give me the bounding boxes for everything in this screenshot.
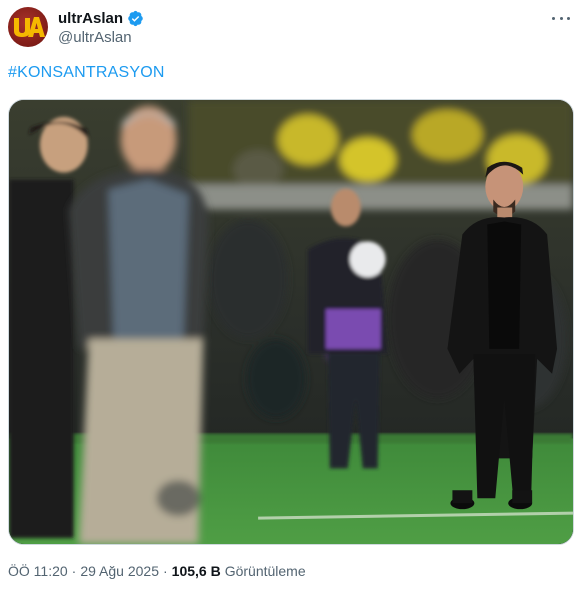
more-options-icon[interactable]: [552, 10, 570, 26]
separator: ·: [71, 563, 77, 579]
tweet-meta: ÖÖ 11:20 · 29 Ağu 2025 · 105,6 B Görüntü…: [8, 563, 306, 579]
hashtag-link[interactable]: #KONSANTRASYON: [8, 64, 165, 82]
handle[interactable]: @ultrAslan: [58, 29, 132, 46]
author-name-row[interactable]: ultrAslan: [58, 8, 144, 28]
stadium-photo: [9, 100, 573, 544]
verified-badge-icon: [128, 10, 143, 26]
tweet-date[interactable]: 29 Ağu 2025: [80, 563, 159, 579]
dot: [559, 16, 563, 20]
separator: ·: [162, 563, 168, 579]
tweet-photo[interactable]: [8, 99, 574, 545]
tweet-time[interactable]: ÖÖ 11:20: [8, 563, 68, 579]
ua-logo-icon: [14, 17, 45, 37]
avatar[interactable]: [8, 7, 48, 47]
dot: [552, 16, 555, 20]
dot: [567, 16, 570, 20]
display-name[interactable]: ultrAslan: [58, 10, 123, 27]
views-label: Görüntüleme: [224, 563, 306, 579]
views-count: 105,6 B: [171, 563, 221, 579]
